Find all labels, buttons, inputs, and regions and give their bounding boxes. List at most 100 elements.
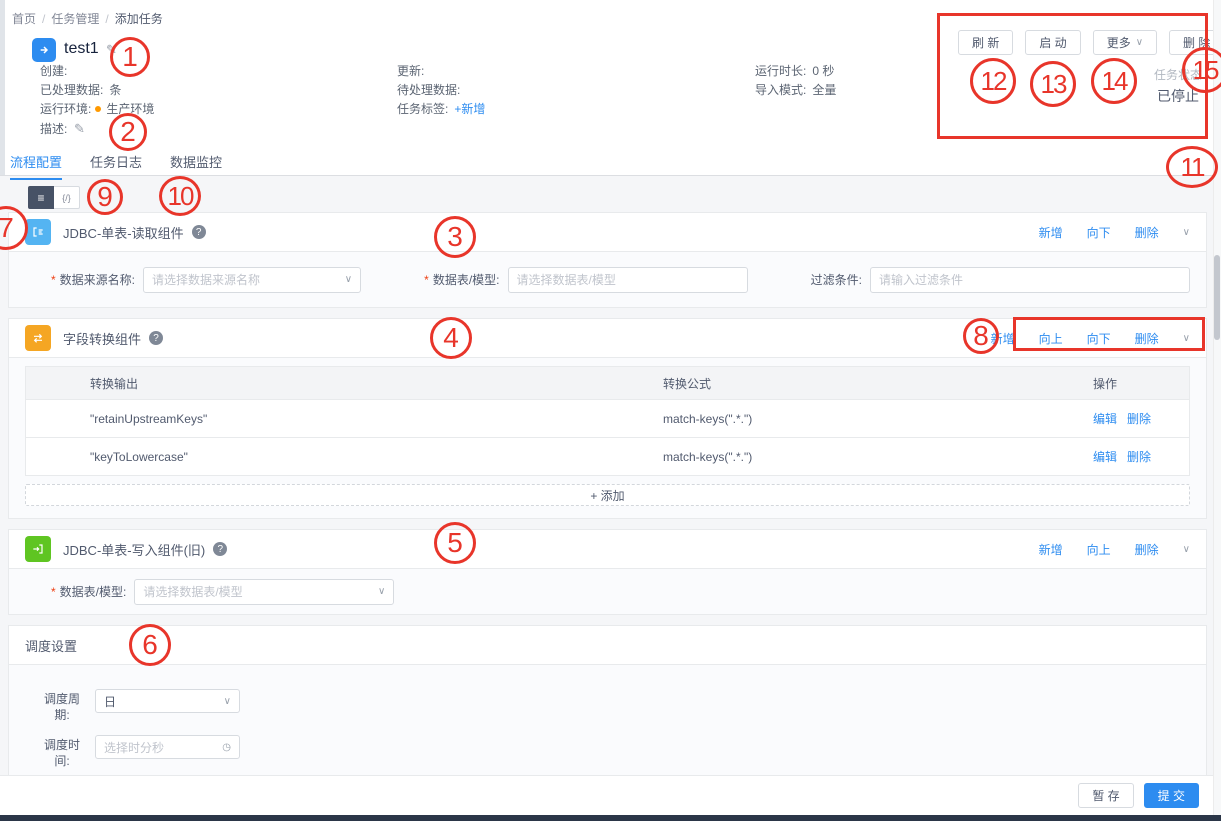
time-picker[interactable]: 选择时分秒 ◷ — [95, 735, 240, 759]
tab-task-log[interactable]: 任务日志 — [90, 152, 142, 180]
read-table-label: 数据表/模型: — [433, 271, 500, 288]
collapse-chevron-icon[interactable]: ∨ — [1183, 227, 1190, 238]
datasource-placeholder: 请选择数据来源名称 — [152, 271, 260, 288]
annotation-circle-12: 12 — [970, 58, 1016, 104]
read-table-input[interactable] — [508, 267, 748, 293]
read-move-down-link[interactable]: 向下 — [1087, 224, 1111, 241]
more-button[interactable]: 更多∨ — [1093, 30, 1157, 55]
transform-move-up-link[interactable]: 向上 — [1039, 330, 1063, 347]
footer-bar: 暂 存 提 交 — [0, 775, 1213, 815]
help-icon[interactable]: ? — [213, 542, 227, 556]
task-status: 任务状态 已停止 — [1148, 66, 1208, 106]
help-icon[interactable]: ? — [192, 225, 206, 239]
breadcrumb-separator: / — [42, 12, 45, 26]
refresh-button[interactable]: 刷 新 — [958, 30, 1013, 55]
filter-label: 过滤条件: — [811, 271, 862, 288]
edit-title-icon[interactable]: ✎ — [106, 42, 117, 58]
write-table-placeholder: 请选择数据表/模型 — [143, 583, 242, 600]
runtime-value: 0 秒 — [812, 64, 834, 78]
write-add-link[interactable]: 新增 — [1039, 541, 1063, 558]
env-label: 运行环境: — [40, 102, 91, 116]
hamburger-icon: ≡ — [37, 191, 44, 205]
submit-button[interactable]: 提 交 — [1144, 783, 1199, 808]
card-jdbc-read: JDBC-单表-读取组件 ? 新增 向下 删除 ∨ * 数据来源名称: 请选择数… — [8, 212, 1207, 308]
bottom-dark-bar — [0, 815, 1221, 821]
datasource-select[interactable]: 请选择数据来源名称 ∨ — [143, 267, 361, 293]
header-column-left: 创建: 已处理数据:条 运行环境:生产环境 描述: ✎ — [40, 62, 154, 138]
read-component-actions: 新增 向下 删除 ∨ — [1039, 224, 1190, 241]
scrollbar-track[interactable] — [1213, 0, 1221, 815]
cycle-select[interactable]: 日 ∨ — [95, 689, 240, 713]
breadcrumb: 首页 / 任务管理 / 添加任务 — [12, 10, 163, 27]
start-button[interactable]: 启 动 — [1025, 30, 1080, 55]
tab-data-monitor[interactable]: 数据监控 — [170, 152, 222, 180]
chevron-down-icon: ∨ — [224, 696, 231, 707]
transform-component-actions: 新增 向上 向下 删除 ∨ — [991, 330, 1190, 347]
status-badge: 已停止 — [1148, 86, 1208, 106]
row-delete-link[interactable]: 删除 — [1127, 448, 1151, 465]
transform-component-icon — [25, 325, 51, 351]
row-edit-link[interactable]: 编辑 — [1093, 410, 1117, 427]
cycle-label: 调度周期: — [39, 691, 85, 723]
write-move-up-link[interactable]: 向上 — [1087, 541, 1111, 558]
filter-input[interactable] — [870, 267, 1190, 293]
transform-delete-link[interactable]: 删除 — [1135, 330, 1159, 347]
breadcrumb-item-home[interactable]: 首页 — [12, 12, 36, 26]
annotation-circle-14: 14 — [1091, 58, 1137, 104]
tab-flow-config[interactable]: 流程配置 — [10, 152, 62, 180]
row-output: "keyToLowercase" — [26, 450, 663, 464]
header-column-middle: 更新: 待处理数据: 任务标签:+新增 — [397, 62, 485, 119]
task-title: test1 — [64, 40, 99, 58]
time-placeholder: 选择时分秒 — [104, 739, 164, 756]
json-view-toggle[interactable]: {/} — [54, 186, 80, 209]
component-list: JDBC-单表-读取组件 ? 新增 向下 删除 ∨ * 数据来源名称: 请选择数… — [8, 212, 1207, 796]
row-edit-link[interactable]: 编辑 — [1093, 448, 1117, 465]
transform-table-header: 转换输出 转换公式 操作 — [26, 367, 1189, 399]
breadcrumb-item-task-management[interactable]: 任务管理 — [51, 12, 99, 26]
save-draft-button[interactable]: 暂 存 — [1078, 783, 1133, 808]
write-component-title: JDBC-单表-写入组件(旧) — [63, 540, 205, 559]
card-schedule-body: 调度周期: 日 ∨ 调度时间: 选择时分秒 ◷ — [9, 665, 1206, 785]
transform-component-title: 字段转换组件 — [63, 329, 141, 348]
write-table-select[interactable]: 请选择数据表/模型 ∨ — [134, 579, 394, 605]
help-icon[interactable]: ? — [149, 331, 163, 345]
edit-desc-icon[interactable]: ✎ — [74, 121, 85, 136]
chevron-down-icon: ∨ — [1136, 37, 1143, 48]
header-actions: 刷 新 启 动 更多∨ 删 除 — [958, 30, 1221, 55]
card-jdbc-write-body: * 数据表/模型: 请选择数据表/模型 ∨ — [9, 569, 1206, 614]
card-jdbc-write: JDBC-单表-写入组件(旧) ? 新增 向上 删除 ∨ * 数据表/模型: 请… — [8, 529, 1207, 615]
tag-add-link[interactable]: +新增 — [454, 102, 485, 116]
read-add-link[interactable]: 新增 — [1039, 224, 1063, 241]
read-delete-link[interactable]: 删除 — [1135, 224, 1159, 241]
write-delete-link[interactable]: 删除 — [1135, 541, 1159, 558]
json-icon: {/} — [62, 193, 71, 203]
card-field-transform: 字段转换组件 ? 新增 向上 向下 删除 ∨ 转换输出 转换公式 操作 — [8, 318, 1207, 519]
breadcrumb-item-current: 添加任务 — [115, 12, 163, 26]
processed-value: 条 — [109, 83, 121, 97]
required-mark: * — [424, 273, 429, 287]
transform-move-down-link[interactable]: 向下 — [1087, 330, 1111, 347]
read-component-icon — [25, 219, 51, 245]
processed-label: 已处理数据: — [40, 83, 103, 97]
page: 首页/任务管理/添加任务 test1 ✎ 创建: 已处理数据:条 运行环境:生产… — [0, 0, 1221, 821]
cycle-value: 日 — [104, 693, 116, 710]
write-table-label: 数据表/模型: — [60, 583, 127, 600]
list-view-toggle[interactable]: ≡ — [28, 186, 54, 209]
card-jdbc-read-body: * 数据来源名称: 请选择数据来源名称 ∨ * 数据表/模型: 过滤条件: — [9, 252, 1206, 307]
env-status-dot-icon — [95, 106, 101, 112]
transform-add-link[interactable]: 新增 — [991, 330, 1015, 347]
scrollbar-thumb[interactable] — [1214, 255, 1220, 340]
datasource-label: 数据来源名称: — [60, 271, 135, 288]
status-label: 任务状态 — [1148, 66, 1208, 83]
clock-icon: ◷ — [222, 742, 231, 753]
row-delete-link[interactable]: 删除 — [1127, 410, 1151, 427]
runtime-label: 运行时长: — [755, 64, 806, 78]
collapse-chevron-icon[interactable]: ∨ — [1183, 544, 1190, 555]
breadcrumb-separator: / — [105, 12, 108, 26]
read-component-title: JDBC-单表-读取组件 — [63, 223, 184, 242]
add-transform-row-button[interactable]: + 添加 — [25, 484, 1190, 506]
card-jdbc-write-header: JDBC-单表-写入组件(旧) ? 新增 向上 删除 ∨ — [9, 530, 1206, 569]
collapse-chevron-icon[interactable]: ∨ — [1183, 333, 1190, 344]
card-schedule: 调度设置 调度周期: 日 ∨ 调度时间: 选择时分秒 ◷ — [8, 625, 1207, 786]
write-component-actions: 新增 向上 删除 ∨ — [1039, 541, 1190, 558]
